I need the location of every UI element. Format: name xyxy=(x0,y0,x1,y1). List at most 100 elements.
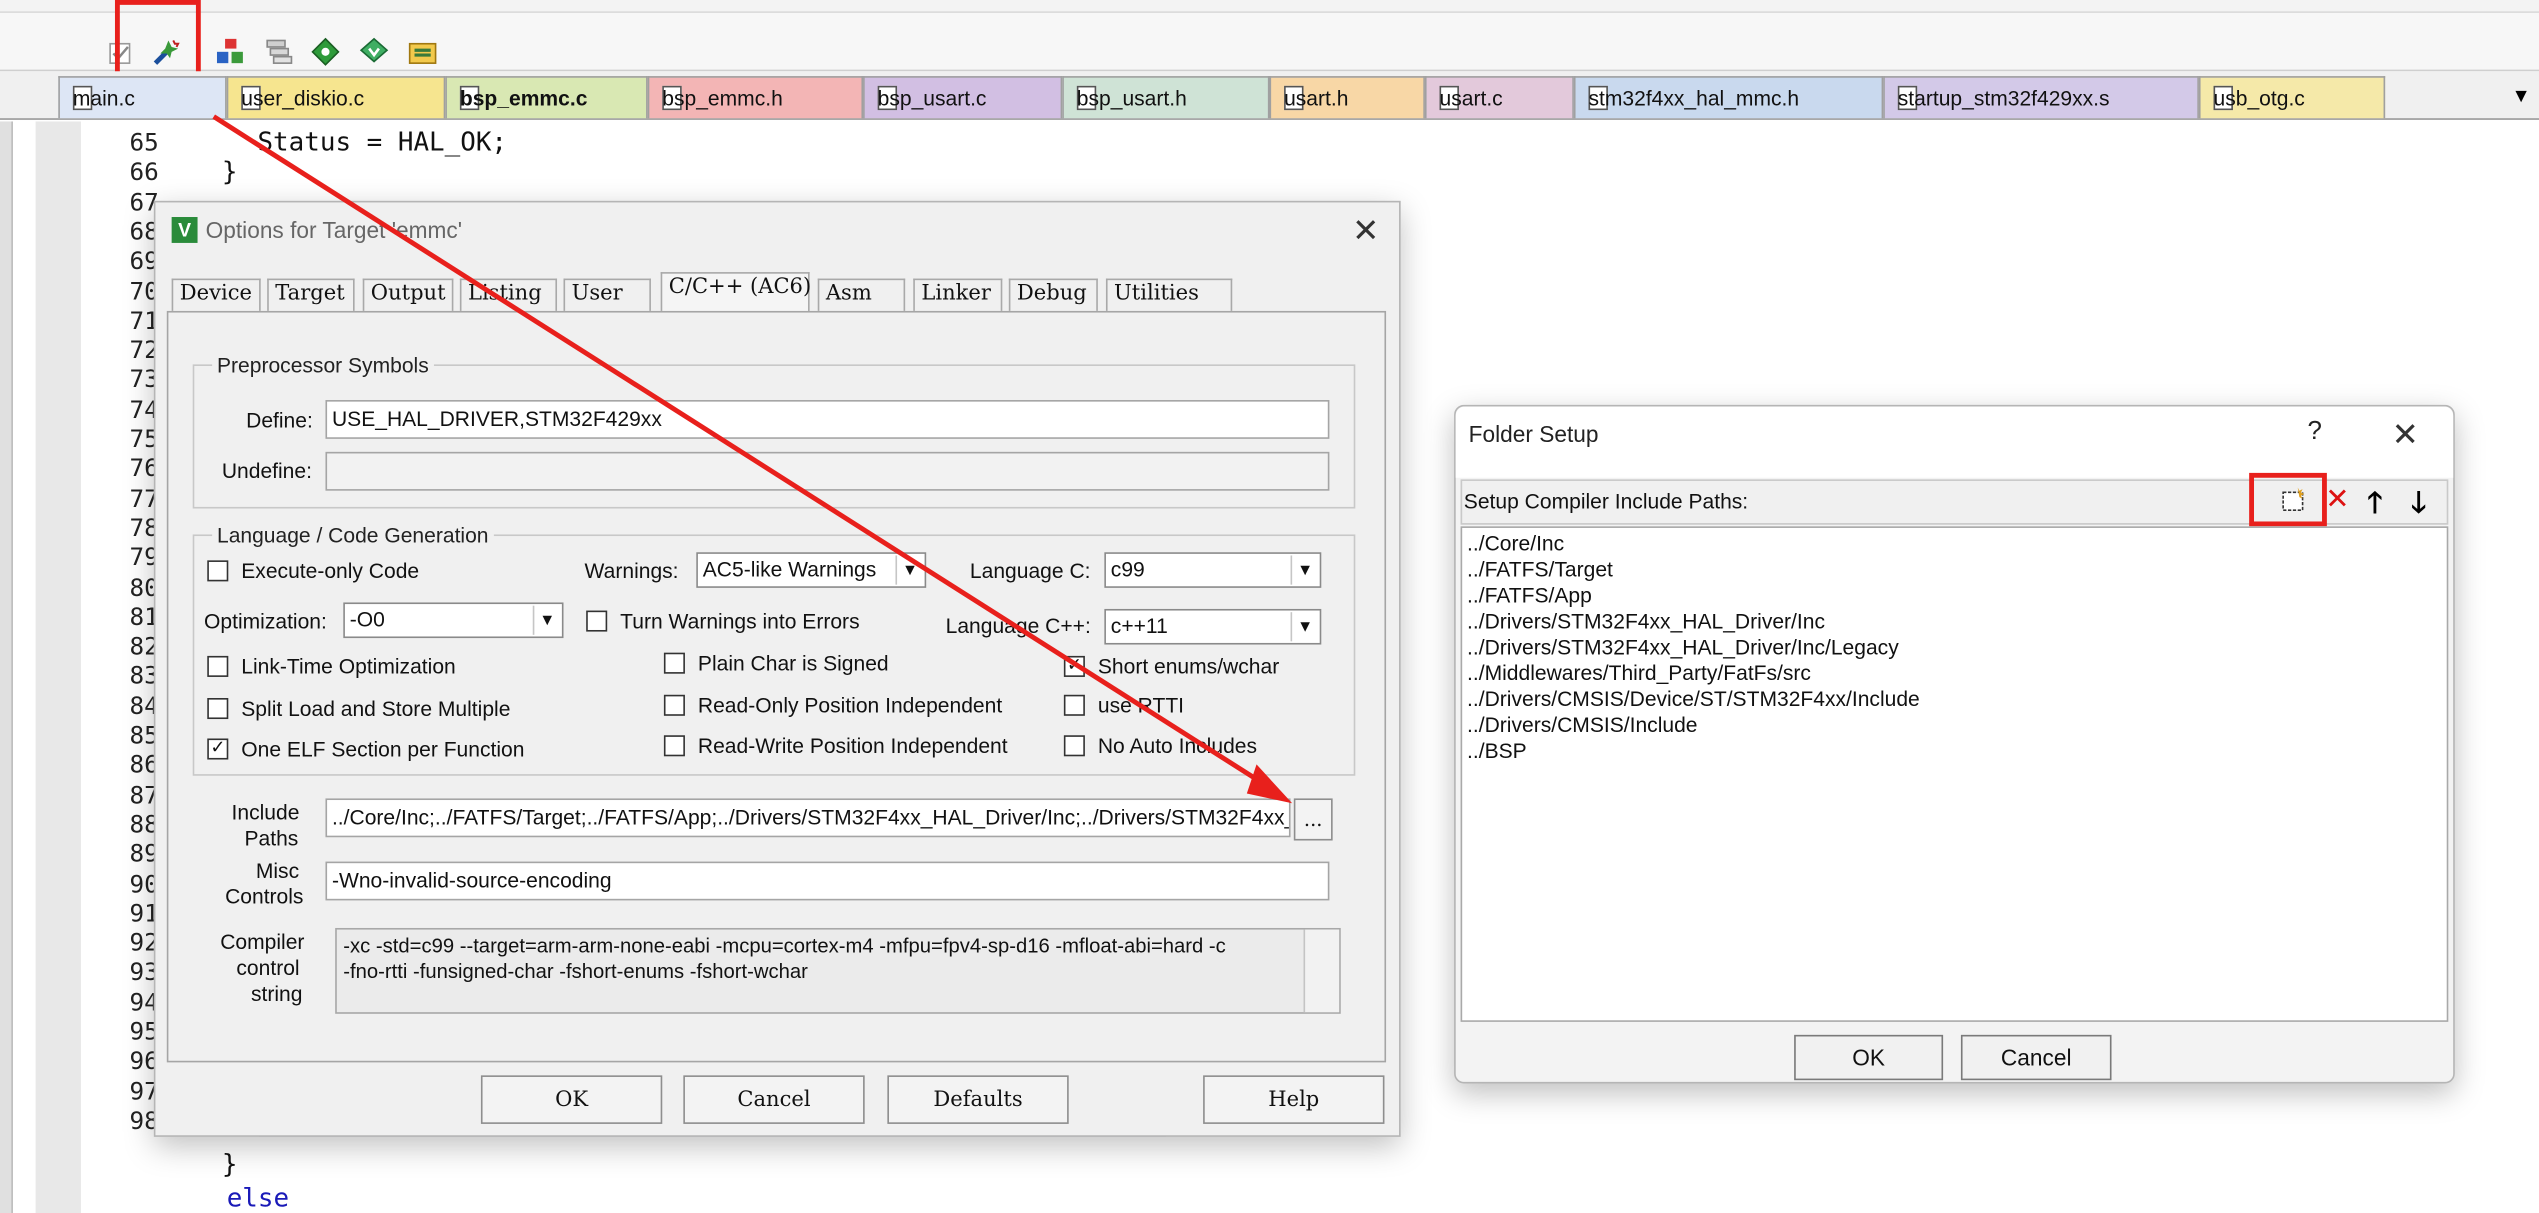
line-number: 65 xyxy=(129,127,159,158)
use-rtti-checkbox[interactable] xyxy=(1063,694,1085,716)
include-paths-browse-button[interactable]: ... xyxy=(1293,798,1333,841)
compiler-string-line-2: -fno-rtti -funsigned-char -fshort-enums … xyxy=(343,960,808,984)
include-path-item[interactable]: ../Drivers/STM32F4xx_HAL_Driver/Inc/Lega… xyxy=(1467,635,1899,661)
tab-overflow-icon[interactable]: ▼ xyxy=(2511,84,2530,107)
help-button[interactable]: Help xyxy=(1203,1075,1385,1124)
language-cpp-select[interactable]: c++11 ▼ xyxy=(1104,608,1322,645)
language-c-select[interactable]: c99 ▼ xyxy=(1104,552,1322,588)
tab-usart-h[interactable]: usart.h xyxy=(1269,76,1425,119)
split-load-label: Split Load and Store Multiple xyxy=(241,696,511,721)
tab-stm32f4xx-hal-mmc-h[interactable]: stm32f4xx_hal_mmc.h xyxy=(1573,76,1884,119)
execute-only-checkbox[interactable] xyxy=(207,560,229,582)
tab-user-diskio-c[interactable]: user_diskio.c xyxy=(226,76,446,119)
include-path-list[interactable] xyxy=(1460,526,2449,1022)
compiler-string-scrollbar[interactable] xyxy=(1303,929,1340,1013)
plain-char-checkbox[interactable] xyxy=(663,652,685,674)
lto-label: Link-Time Optimization xyxy=(241,654,456,679)
diamond-green-icon[interactable] xyxy=(306,32,345,71)
misc-controls-input[interactable]: -Wno-invalid-source-encoding xyxy=(325,861,1330,901)
line-number-column: 65 66 67 68 69 70 71 72 73 74 75 76 77 78 79 80 81 82 83 84… xyxy=(80,121,159,1213)
uvision-app-icon: V xyxy=(171,217,198,243)
manage-components-icon[interactable] xyxy=(211,32,250,71)
lto-checkbox[interactable] xyxy=(207,655,229,677)
move-up-icon[interactable]: 🡑 xyxy=(2367,483,2399,518)
rwpi-checkbox[interactable] xyxy=(663,735,685,757)
dialog-tab-asm[interactable]: Asm xyxy=(817,278,906,311)
use-rtti-label: use RTTI xyxy=(1097,693,1185,718)
pack-installer-icon[interactable] xyxy=(355,32,394,71)
tab-label: bsp_emmc.h xyxy=(662,85,783,111)
multi-project-icon[interactable] xyxy=(403,32,442,71)
optimization-select[interactable]: -O0 ▼ xyxy=(343,602,564,639)
folder-setup-close-icon[interactable]: ✕ xyxy=(2392,415,2419,455)
delete-icon[interactable]: ✕ xyxy=(2325,484,2354,516)
stack-icon[interactable] xyxy=(259,32,298,71)
turn-warnings-checkbox[interactable] xyxy=(586,610,608,632)
dialog-tab-target[interactable]: Target xyxy=(267,278,355,311)
include-paths-input[interactable]: ../Core/Inc;../FATFS/Target;../FATFS/App… xyxy=(325,798,1291,838)
warnings-select[interactable]: AC5-like Warnings ▼ xyxy=(696,552,927,588)
include-path-item[interactable]: ../Middlewares/Third_Party/FatFs/src xyxy=(1467,661,1811,687)
include-path-item[interactable]: ../BSP xyxy=(1467,738,1527,764)
include-path-item[interactable]: ../FATFS/App xyxy=(1467,583,1592,609)
tab-main-c[interactable]: main.c xyxy=(58,76,227,119)
dialog-tab-c-c-ac6-[interactable]: C/C++ (AC6) xyxy=(660,272,811,313)
editor-gutter xyxy=(35,121,81,1213)
define-input[interactable]: USE_HAL_DRIVER,STM32F429xx xyxy=(325,400,1330,439)
tab-startup-stm32f429xx-s[interactable]: startup_stm32f429xx.s xyxy=(1883,76,2199,119)
split-load-checkbox[interactable] xyxy=(207,698,229,720)
line-number: 74 xyxy=(129,394,159,424)
line-number: 83 xyxy=(129,661,159,691)
tab-bsp-usart-c[interactable]: bsp_usart.c xyxy=(863,76,1063,119)
tab-bsp-emmc-c[interactable]: bsp_emmc.c xyxy=(445,76,648,119)
misc-label-line-1: Misc xyxy=(255,858,300,883)
defaults-button[interactable]: Defaults xyxy=(887,1075,1069,1124)
dialog-tab-user[interactable]: User xyxy=(563,278,651,311)
language-cpp-value: c++11 xyxy=(1110,613,1168,639)
options-dialog-close-icon[interactable]: ✕ xyxy=(1352,211,1379,251)
include-path-item[interactable]: ../Drivers/STM32F4xx_HAL_Driver/Inc xyxy=(1467,609,1825,635)
line-number: 69 xyxy=(129,246,159,276)
dialog-tab-utilities[interactable]: Utilities xyxy=(1105,278,1233,311)
include-path-item[interactable]: ../Drivers/CMSIS/Device/ST/STM32F4xx/Inc… xyxy=(1467,687,1920,713)
include-path-item[interactable]: ../FATFS/Target xyxy=(1467,557,1613,583)
help-question-icon[interactable]: ? xyxy=(2307,418,2321,447)
line-number: 75 xyxy=(129,424,159,454)
no-auto-includes-checkbox[interactable] xyxy=(1063,735,1085,757)
editor-left-edge xyxy=(0,121,13,1213)
ropi-label: Read-Only Position Independent xyxy=(697,693,1003,718)
folder-setup-heading: Setup Compiler Include Paths: xyxy=(1463,489,1749,514)
tab-bsp-emmc-h[interactable]: bsp_emmc.h xyxy=(647,76,864,119)
one-elf-checkbox[interactable]: ✓ xyxy=(207,738,229,760)
include-path-item[interactable]: ../Core/Inc xyxy=(1467,531,1564,557)
no-auto-includes-label: No Auto Includes xyxy=(1097,733,1258,758)
tab-label: stm32f4xx_hal_mmc.h xyxy=(1588,85,1800,111)
move-down-icon[interactable]: 🡓 xyxy=(2411,483,2443,518)
folder-ok-button[interactable]: OK xyxy=(1794,1034,1944,1081)
dialog-tab-debug[interactable]: Debug xyxy=(1008,278,1098,311)
short-enums-checkbox[interactable]: ✓ xyxy=(1063,655,1085,677)
line-number: 88 xyxy=(129,809,159,839)
dialog-tab-output[interactable]: Output xyxy=(362,278,454,311)
dialog-tab-linker[interactable]: Linker xyxy=(913,278,1003,311)
line-number: 85 xyxy=(129,720,159,750)
define-label: Define: xyxy=(246,408,313,433)
tab-usart-c[interactable]: usart.c xyxy=(1424,76,1574,119)
tab-bsp-usart-h[interactable]: bsp_usart.h xyxy=(1062,76,1270,119)
folder-cancel-button[interactable]: Cancel xyxy=(1960,1034,2112,1081)
optimization-label: Optimization: xyxy=(204,608,327,634)
tab-usb-otg-c[interactable]: usb_otg.c xyxy=(2198,76,2386,119)
ok-button[interactable]: OK xyxy=(480,1075,663,1124)
tab-label: bsp_usart.c xyxy=(877,85,987,111)
line-number: 91 xyxy=(129,898,159,928)
undefine-input[interactable] xyxy=(325,451,1330,491)
include-path-item[interactable]: ../Drivers/CMSIS/Include xyxy=(1467,713,1697,739)
optimization-value: -O0 xyxy=(349,607,385,632)
line-number: 67 xyxy=(129,187,159,217)
cancel-button[interactable]: Cancel xyxy=(683,1075,865,1124)
dialog-tab-device[interactable]: Device xyxy=(171,278,261,311)
ropi-checkbox[interactable] xyxy=(663,694,685,716)
dialog-tab-listing[interactable]: Listing xyxy=(459,278,558,311)
line-number: 68 xyxy=(129,216,159,246)
line-number: 98 xyxy=(129,1105,159,1136)
